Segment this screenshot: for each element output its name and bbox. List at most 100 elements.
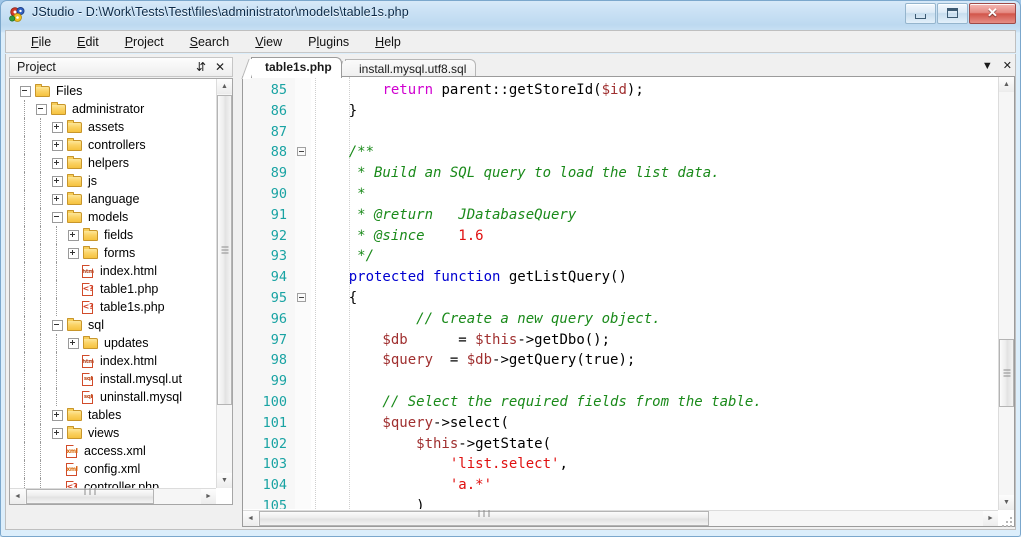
scroll-thumb[interactable]: [217, 95, 232, 405]
tree-connector: [40, 316, 42, 334]
tree-item[interactable]: htm index.html: [10, 262, 216, 280]
file-type-label: <?: [82, 283, 94, 293]
tree-item[interactable]: tables: [10, 406, 216, 424]
scroll-down-arrow[interactable]: ▼: [217, 473, 232, 488]
tree-item[interactable]: updates: [10, 334, 216, 352]
menu-item-view[interactable]: View: [242, 33, 295, 51]
tree-item-label: language: [88, 192, 140, 206]
code-line: 90 *: [243, 184, 997, 205]
project-panel: Project ⇵ ✕ Files administrator assets cont…: [7, 55, 235, 527]
chevron-down-icon[interactable]: ▼: [982, 59, 993, 73]
tree-item[interactable]: sql: [10, 316, 216, 334]
project-tree-vscrollbar[interactable]: ▲ ▼: [216, 79, 232, 488]
token-var: $db: [315, 331, 408, 348]
tree-connector: [24, 154, 26, 172]
panel-close-icon[interactable]: ✕: [215, 60, 225, 74]
maximize-button[interactable]: [937, 3, 968, 24]
expand-icon[interactable]: [52, 409, 63, 421]
tree-item-label: sql: [88, 318, 104, 332]
expand-icon[interactable]: [52, 193, 63, 205]
tree-item[interactable]: models: [10, 208, 216, 226]
tree-item[interactable]: <? table1.php: [10, 280, 216, 298]
tree-item[interactable]: controllers: [10, 136, 216, 154]
menu-item-project[interactable]: Project: [112, 33, 177, 51]
collapse-icon[interactable]: [52, 319, 63, 331]
tree-item[interactable]: Files: [10, 82, 216, 100]
editor-vscrollbar[interactable]: ▲ ▼: [998, 77, 1014, 510]
tree-item[interactable]: views: [10, 424, 216, 442]
expand-icon[interactable]: [52, 175, 63, 187]
tree-connector: [24, 460, 26, 478]
collapse-icon[interactable]: [52, 211, 63, 223]
line-number: 95: [270, 290, 287, 306]
tree-connector: [40, 208, 42, 226]
line-number: 90: [270, 186, 287, 202]
scroll-right-arrow[interactable]: ►: [983, 511, 998, 526]
menu-item-help[interactable]: Help: [362, 33, 414, 51]
tree-item[interactable]: assets: [10, 118, 216, 136]
editor-hscrollbar[interactable]: ◄ ►: [243, 509, 998, 526]
collapse-icon[interactable]: [20, 85, 31, 97]
tree-item[interactable]: js: [10, 172, 216, 190]
tree-item[interactable]: htm index.html: [10, 352, 216, 370]
tree-item[interactable]: sql uninstall.mysql: [10, 388, 216, 406]
menu-item-edit[interactable]: Edit: [64, 33, 112, 51]
tree-item-label: helpers: [88, 156, 129, 170]
tree-item[interactable]: fields: [10, 226, 216, 244]
scroll-right-arrow[interactable]: ►: [201, 489, 216, 504]
file-type-label: sql: [83, 393, 93, 400]
project-panel-header: Project ⇵ ✕: [9, 57, 233, 77]
fold-toggle-icon[interactable]: [297, 147, 306, 157]
expand-icon[interactable]: [52, 157, 63, 169]
scroll-up-arrow[interactable]: ▲: [217, 79, 232, 94]
token-plain: ,: [559, 456, 568, 473]
scroll-thumb-h[interactable]: [26, 487, 154, 505]
close-tab-icon[interactable]: ✕: [1003, 59, 1012, 73]
folder-icon: [67, 192, 83, 206]
expand-icon[interactable]: [68, 247, 79, 259]
line-number: 96: [270, 310, 287, 327]
scroll-left-arrow[interactable]: ◄: [10, 489, 25, 504]
collapse-icon[interactable]: [36, 103, 47, 115]
line-number: 92: [270, 227, 287, 244]
tree-item[interactable]: <? table1s.php: [10, 298, 216, 316]
editor-tab-tools: ▼ ✕: [982, 59, 1012, 73]
tree-item[interactable]: helpers: [10, 154, 216, 172]
line-number: 86: [270, 102, 287, 119]
code-area[interactable]: 85 return parent::getStoreId($id); 86 } 87…: [243, 77, 997, 509]
menu-item-search[interactable]: Search: [177, 33, 243, 51]
minimize-button[interactable]: [905, 3, 936, 24]
tree-connector: [40, 442, 42, 460]
scroll-down-arrow[interactable]: ▼: [999, 495, 1014, 510]
tree-item[interactable]: administrator: [10, 100, 216, 118]
scroll-grip-h: [83, 487, 98, 505]
fold-toggle-icon[interactable]: [297, 293, 306, 302]
expand-icon[interactable]: [68, 337, 79, 349]
tree-item[interactable]: xml access.xml: [10, 442, 216, 460]
code-text: // Select the required fields from the t…: [315, 392, 761, 413]
scroll-thumb-h[interactable]: [259, 509, 709, 526]
scroll-left-arrow[interactable]: ◄: [243, 511, 258, 526]
editor-tab[interactable]: table1s.php: [251, 57, 342, 78]
code-line: 101 $query->select(: [243, 413, 997, 434]
code-text: * @return JDatabaseQuery: [315, 205, 576, 226]
expand-icon[interactable]: [52, 139, 63, 151]
token-plain: ->getQuery(true);: [492, 352, 636, 369]
tree-connector: [24, 352, 26, 370]
expand-icon[interactable]: [68, 229, 79, 241]
close-button[interactable]: ✕: [969, 3, 1016, 24]
tree-item[interactable]: sql install.mysql.ut: [10, 370, 216, 388]
scroll-up-arrow[interactable]: ▲: [999, 77, 1014, 92]
pin-icon[interactable]: ⇵: [196, 61, 206, 74]
menu-item-file[interactable]: File: [18, 33, 64, 51]
expand-icon[interactable]: [52, 121, 63, 133]
scroll-thumb[interactable]: [999, 339, 1014, 407]
menu-item-plugins[interactable]: Plugins: [295, 33, 362, 51]
window-resize-grip[interactable]: [1000, 515, 1012, 527]
expand-icon[interactable]: [52, 427, 63, 439]
window-title: JStudio - D:\Work\Tests\Test\files\admin…: [32, 5, 409, 19]
project-tree-hscrollbar[interactable]: ◄ ►: [10, 487, 216, 505]
tree-item[interactable]: forms: [10, 244, 216, 262]
tree-item[interactable]: xml config.xml: [10, 460, 216, 478]
tree-item[interactable]: language: [10, 190, 216, 208]
